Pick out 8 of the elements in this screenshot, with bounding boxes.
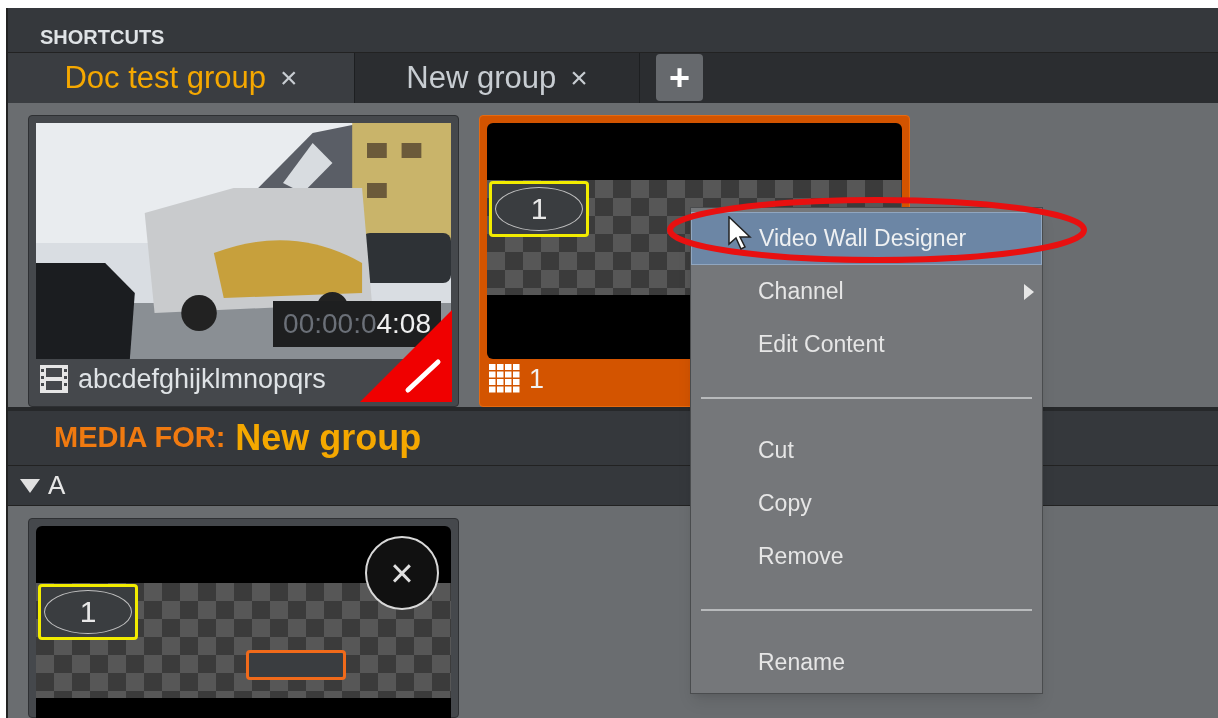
display-number: 1 <box>530 193 548 224</box>
media-header-group: New group <box>235 411 422 465</box>
panel-title: SHORTCUTS <box>40 25 165 50</box>
media-header-label: MEDIA FOR: <box>54 420 226 456</box>
media-name: abcdefghijklmnopqrs <box>78 362 326 396</box>
display-number: 1 <box>79 597 97 627</box>
timecode: 00:00:04:08 <box>273 300 441 347</box>
shortcut-name: 1 <box>529 362 545 396</box>
